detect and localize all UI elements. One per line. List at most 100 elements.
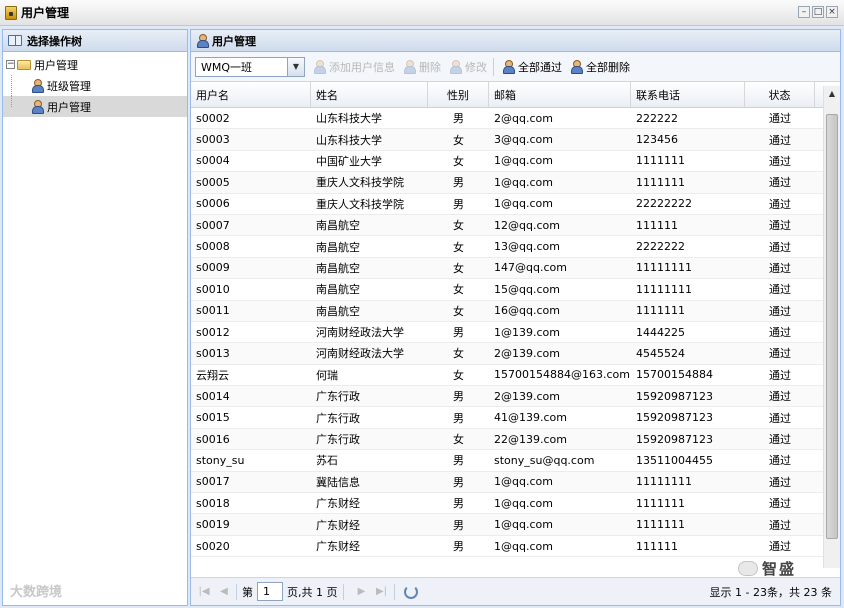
collapse-icon[interactable]: − [6,60,15,69]
dropdown-arrow-icon[interactable]: ▼ [287,57,304,76]
cell-gender: 男 [453,176,464,190]
table-row[interactable]: s0010 南昌航空 女 15@qq.com 11111111 通过 [191,279,840,301]
table-row[interactable]: s0012 河南财经政法大学 男 1@139.com 1444225 通过 [191,322,840,344]
cell-email: 41@139.com [494,411,567,425]
cell-email: 147@qq.com [494,261,567,275]
cell-email: 1@qq.com [494,197,553,211]
table-row[interactable]: s0008 南昌航空 女 13@qq.com 2222222 通过 [191,236,840,258]
delete-all-button[interactable]: 全部删除 [570,57,630,77]
column-header-username[interactable]: 用户名 [191,82,311,107]
table-row[interactable]: s0013 河南财经政法大学 女 2@139.com 4545524 通过 [191,343,840,365]
table-row[interactable]: s0007 南昌航空 女 12@qq.com 111111 通过 [191,214,840,237]
delete-button[interactable]: 删除 [403,57,441,77]
class-select-value: WMQ一班 [201,60,253,74]
table-row[interactable]: s0011 南昌航空 女 16@qq.com 1111111 通过 [191,300,840,322]
folder-open-icon [17,59,31,70]
cell-name: 广东行政 [316,433,360,447]
table-row[interactable]: s0004 中国矿业大学 女 1@qq.com 1111111 通过 [191,151,840,173]
cell-username: s0008 [196,240,230,254]
column-header-phone[interactable]: 联系电话 [631,82,745,107]
cell-phone: 222222 [636,111,678,125]
cell-email: stony_su@qq.com [494,453,595,467]
pager-separator [393,583,395,600]
cell-username: s0020 [196,539,230,553]
cell-username: s0011 [196,304,230,318]
cell-name: 中国矿业大学 [316,154,382,168]
table-row[interactable]: s0015 广东行政 男 41@139.com 15920987123 通过 [191,407,840,429]
page-number-input[interactable]: 1 [257,582,283,601]
table-row[interactable]: s0018 广东财经 男 1@qq.com 1111111 通过 [191,493,840,515]
first-page-icon[interactable]: |◀ [197,585,211,599]
cell-email: 1@qq.com [494,175,553,189]
table-row[interactable]: s0017 冀陆信息 男 1@qq.com 11111111 通过 [191,471,840,494]
table-row[interactable]: s0006 重庆人文科技学院 男 1@qq.com 22222222 通过 [191,194,840,215]
cell-username: s0007 [196,218,230,232]
add-user-button[interactable]: 添加用户信息 [313,57,395,77]
column-header-gender[interactable]: 性别 [428,82,489,107]
cell-email: 22@139.com [494,432,567,446]
cell-gender: 男 [453,112,464,126]
user-management-panel: 用户管理 WMQ一班 ▼ 添加用户信息 删除 修改 全部通过 全部删除 用户名 [190,29,841,606]
window-controls: – □ × [798,6,838,18]
table-row[interactable]: s0020 广东财经 男 1@qq.com 111111 通过 [191,536,840,558]
table-row[interactable]: s0009 南昌航空 女 147@qq.com 11111111 通过 [191,257,840,280]
pager-separator [236,583,237,600]
cell-gender: 男 [453,454,464,468]
cell-status: 通过 [769,497,791,511]
cell-phone: 15920987123 [636,411,713,425]
main-panel-header: 用户管理 [191,30,840,52]
scrollbar-thumb[interactable] [826,114,838,539]
table-row[interactable]: s0019 广东财经 男 1@qq.com 1111111 通过 [191,514,840,536]
refresh-icon[interactable] [403,584,418,599]
cell-status: 通过 [769,390,791,404]
cell-gender: 男 [453,518,464,532]
cell-username: s0018 [196,496,230,510]
table-row[interactable]: s0016 广东行政 女 22@139.com 15920987123 通过 [191,428,840,451]
cell-phone: 1111111 [636,175,685,189]
table-row[interactable]: s0005 重庆人文科技学院 男 1@qq.com 1111111 通过 [191,172,840,194]
last-page-icon[interactable]: ▶| [375,585,389,599]
vertical-scrollbar[interactable]: ▲ [823,86,840,568]
table-row[interactable]: 云翔云 何瑞 女 15700154884@163.com 15700154884 通过 [191,365,840,387]
cell-phone: 1111111 [636,496,685,510]
tree-node-user-management-root[interactable]: − 用户管理 [3,54,187,75]
prev-page-icon[interactable]: ◀ [217,585,231,599]
cell-email: 15700154884@163.com [494,368,630,382]
cell-name: 南昌航空 [316,240,360,254]
cell-gender: 女 [453,368,464,382]
tree-node-label: 用户管理 [34,58,78,72]
tree-node-class-management[interactable]: 班级管理 [3,75,187,96]
watermark-right-text: 智盛 [762,560,797,578]
cell-gender: 男 [453,390,464,404]
add-user-label: 添加用户信息 [329,60,395,74]
cell-email: 1@qq.com [494,496,553,510]
add-user-icon [313,60,326,74]
scroll-up-icon[interactable]: ▲ [824,86,840,102]
cell-status: 通过 [769,368,791,382]
cell-username: s0016 [196,432,230,446]
next-page-icon[interactable]: ▶ [355,585,369,599]
table-row[interactable]: stony_su 苏石 男 stony_su@qq.com 13511004455 通过 [191,450,840,472]
column-header-status[interactable]: 状态 [745,82,815,107]
class-select[interactable]: WMQ一班 ▼ [195,56,305,77]
close-button[interactable]: × [826,6,838,18]
tree-node-user-management[interactable]: 用户管理 [3,96,187,117]
table-row[interactable]: s0002 山东科技大学 男 2@qq.com 222222 通过 [191,108,840,130]
table-row[interactable]: s0003 山东科技大学 女 3@qq.com 123456 通过 [191,129,840,151]
maximize-button[interactable]: □ [812,6,824,18]
table-header: 用户名 姓名 性别 邮箱 联系电话 状态 [191,82,840,108]
delete-label: 删除 [419,60,441,74]
column-header-name[interactable]: 姓名 [311,82,428,107]
main-panel-title: 用户管理 [212,34,256,48]
edit-button[interactable]: 修改 [449,57,487,77]
cell-username: s0003 [196,133,230,147]
column-header-email[interactable]: 邮箱 [489,82,631,107]
cell-phone: 22222222 [636,197,692,211]
minimize-button[interactable]: – [798,6,810,18]
watermark-left: 大数跨境 [10,585,63,600]
cell-username: s0005 [196,175,230,189]
table-row[interactable]: s0014 广东行政 男 2@139.com 15920987123 通过 [191,386,840,408]
cell-gender: 女 [453,347,464,361]
approve-all-button[interactable]: 全部通过 [502,57,562,77]
cell-username: s0006 [196,197,230,211]
